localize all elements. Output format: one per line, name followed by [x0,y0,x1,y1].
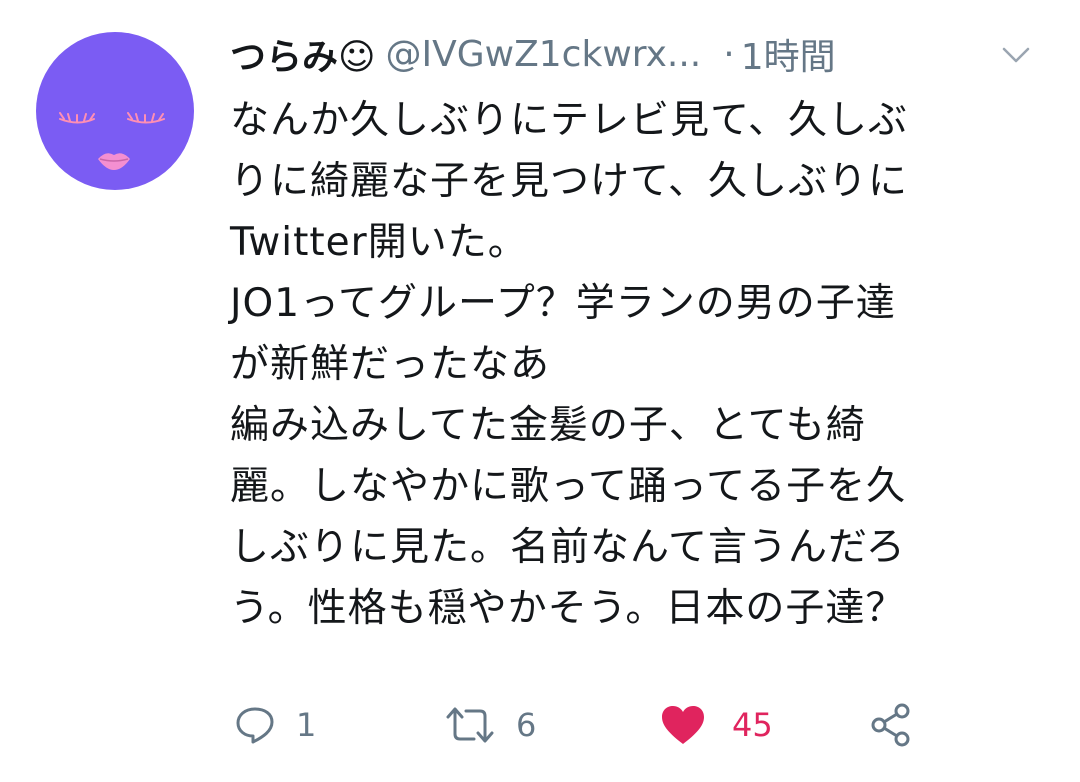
tweet-text-line: Twitter開いた。 [230,220,528,265]
tweet-text-line: りに綺麗な子を見つけて、久しぶりに [230,159,909,204]
tweet-text: なんか久しぶりにテレビ見て、久しぶ りに綺麗な子を見つけて、久しぶりに Twit… [230,90,1030,639]
tweet-text-line: 編み込みしてた金髪の子、とても綺 [230,403,866,448]
share-icon [871,703,910,747]
user-handle[interactable]: @IVGwZ1ckwrx... [386,34,702,75]
avatar[interactable] [36,32,194,190]
display-name[interactable]: つらみ☺ [230,28,376,80]
tweet-text-line: う。性格も穏やかそう。日本の子達？ [230,586,906,631]
chevron-down-icon[interactable] [998,36,1034,72]
tweet-text-line: JO1ってグループ？学ランの男の子達 [230,281,896,326]
tweet[interactable]: つらみ☺ @IVGwZ1ckwrx... · 1時間 なんか久しぶりにテレビ見て… [0,0,1080,782]
like-count: 45 [732,706,773,744]
avatar-face-icon [59,112,165,170]
retweet-count: 6 [516,706,537,744]
tweet-text-line: なんか久しぶりにテレビ見て、久しぶ [230,98,909,143]
reply-button[interactable]: 1 [234,700,316,750]
tweet-content: つらみ☺ @IVGwZ1ckwrx... · 1時間 なんか久しぶりにテレビ見て… [230,24,1030,639]
tweet-actions: 1 6 45 [230,700,950,750]
retweet-button[interactable]: 6 [444,700,536,750]
tweet-text-line: しぶりに見た。名前なんて言うんだろ [230,525,906,570]
timestamp[interactable]: 1時間 [741,28,836,80]
tweet-text-line: 麗。しなやかに歌って踊ってる子を久 [230,464,907,509]
heart-icon [662,706,704,744]
tweet-text-line: が新鮮だったなあ [230,342,551,387]
separator-dot: · [723,33,735,75]
reply-count: 1 [296,706,317,744]
retweet-icon [446,707,494,743]
tweet-header: つらみ☺ @IVGwZ1ckwrx... · 1時間 [230,24,1030,84]
reply-icon [236,707,274,744]
share-button[interactable] [868,700,914,750]
like-button[interactable]: 45 [660,700,773,750]
